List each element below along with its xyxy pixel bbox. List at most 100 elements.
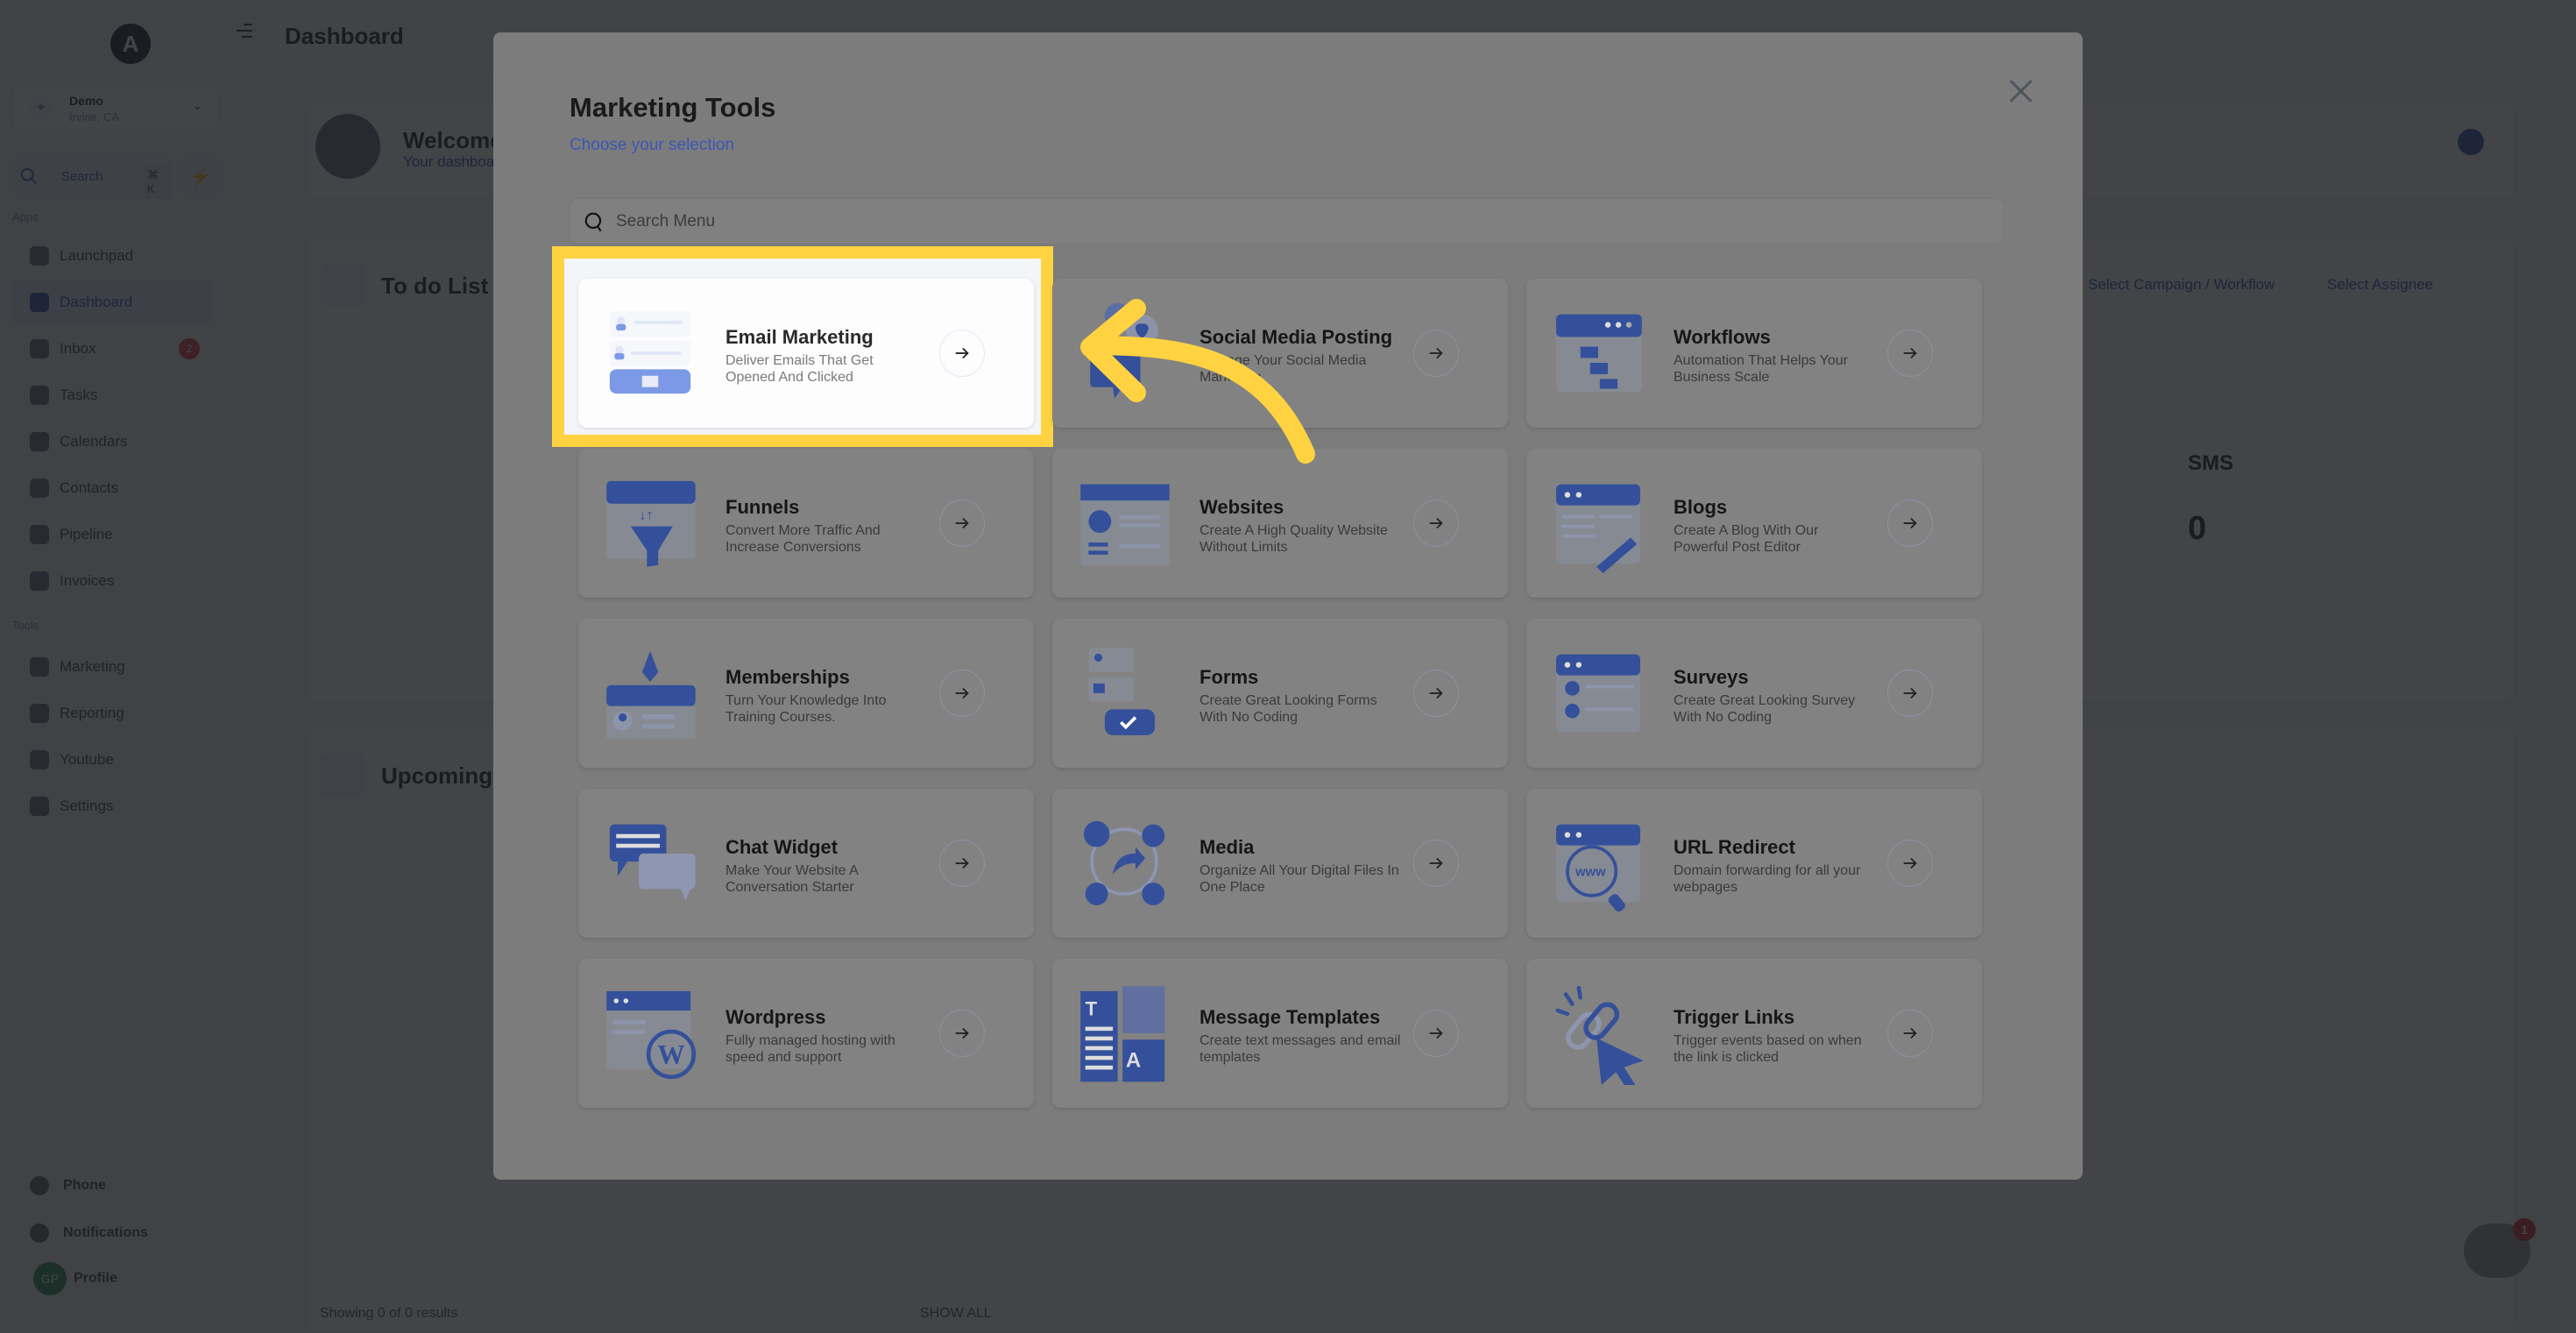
open-tool-button[interactable] xyxy=(1413,1010,1459,1057)
tool-name: Surveys xyxy=(1674,666,1749,688)
open-tool-button[interactable] xyxy=(1887,500,1933,547)
tool-card-message-templates[interactable]: T A Message Templates Create text messages … xyxy=(1052,959,1508,1108)
search-menu-input[interactable] xyxy=(616,199,1983,244)
open-tool-button[interactable] xyxy=(939,670,985,717)
email-marketing-illustration xyxy=(609,310,691,394)
tool-name: Memberships xyxy=(725,666,850,688)
tool-card-url-redirect[interactable]: www URL Redirect Domain forwarding for all… xyxy=(1526,789,1982,938)
tool-card-trigger-links[interactable]: Trigger Links Trigger events based on whe… xyxy=(1526,959,1982,1108)
tool-name: Email Marketing xyxy=(725,326,874,348)
membership-illustration xyxy=(606,650,696,739)
tool-name: Funnels xyxy=(725,496,800,518)
tool-card-blogs[interactable]: Blogs Create A Blog With Our Powerful Pos… xyxy=(1526,449,1982,598)
svg-text:↓↑: ↓↑ xyxy=(639,507,654,523)
svg-text:W: W xyxy=(657,1039,684,1070)
open-tool-button[interactable] xyxy=(1413,500,1459,547)
open-tool-button[interactable] xyxy=(1887,840,1933,887)
arrow-right-icon xyxy=(1429,687,1443,699)
open-tool-button[interactable] xyxy=(1887,670,1933,717)
tool-grid: Email Marketing Deliver Emails That Get O… xyxy=(578,279,1982,1108)
arrow-right-icon xyxy=(1429,517,1443,529)
tool-name: Media xyxy=(1200,836,1255,858)
tool-name: Blogs xyxy=(1674,496,1728,518)
arrow-right-icon xyxy=(955,347,969,359)
arrow-right-icon xyxy=(1903,1027,1917,1039)
tool-name: URL Redirect xyxy=(1674,836,1795,858)
tool-card-workflows[interactable]: Workflows Automation That Helps Your Busi… xyxy=(1526,279,1982,428)
social-media-illustration xyxy=(1090,302,1158,399)
tool-description: Turn Your Knowledge Into Training Course… xyxy=(725,693,887,725)
tool-description: Create A High Quality Website Without Li… xyxy=(1200,523,1388,555)
tool-name: Forms xyxy=(1200,666,1259,688)
tool-description: Create text messages and email templates xyxy=(1200,1033,1401,1065)
open-tool-button[interactable] xyxy=(939,500,985,547)
arrow-right-icon xyxy=(1903,857,1917,869)
media-illustration xyxy=(1083,820,1165,905)
tool-card-email-marketing[interactable]: Email Marketing Deliver Emails That Get O… xyxy=(578,279,1034,428)
tool-card-memberships[interactable]: Memberships Turn Your Knowledge Into Trai… xyxy=(578,619,1034,768)
arrow-right-icon xyxy=(955,1027,969,1039)
search-menu-field[interactable] xyxy=(570,198,2004,245)
tool-name: Chat Widget xyxy=(725,836,839,858)
tool-name: Trigger Links xyxy=(1674,1006,1795,1028)
arrow-right-icon xyxy=(1903,347,1917,359)
tool-description: Automation That Helps Your Business Scal… xyxy=(1674,353,1848,385)
tool-card-wordpress[interactable]: W Wordpress Fully managed hosting with spe… xyxy=(578,959,1034,1108)
tool-card-social-media-posting[interactable]: Social Media Posting Manage Your Social M… xyxy=(1052,279,1508,428)
tool-card-media[interactable]: Media Organize All Your Digital Files In … xyxy=(1052,789,1508,938)
tool-card-chat-widget[interactable]: Chat Widget Make Your Website A Conversat… xyxy=(578,789,1034,938)
tool-description: Manage Your Social Media Marketing xyxy=(1200,353,1367,385)
tool-description: Convert More Traffic And Increase Conver… xyxy=(725,523,881,555)
tool-card-funnels[interactable]: ↓↑ Funnels Convert More Traffic And Increa… xyxy=(578,449,1034,598)
open-tool-button[interactable] xyxy=(1413,840,1459,887)
trigger-links-illustration xyxy=(1555,985,1644,1085)
svg-text:T: T xyxy=(1086,998,1098,1020)
close-icon[interactable] xyxy=(2006,76,2035,106)
website-illustration xyxy=(1080,484,1170,565)
open-tool-button[interactable] xyxy=(939,840,985,887)
arrow-right-icon xyxy=(1429,1027,1443,1039)
blog-illustration xyxy=(1556,484,1640,574)
tool-description: Create Great Looking Forms With No Codin… xyxy=(1200,693,1377,725)
url-redirect-illustration: www xyxy=(1556,824,1640,912)
tool-description: Make Your Website A Conversation Starter xyxy=(725,863,858,895)
tool-name: Social Media Posting xyxy=(1200,326,1393,348)
surveys-illustration xyxy=(1556,654,1640,733)
open-tool-button[interactable] xyxy=(939,1010,985,1057)
tool-name: Websites xyxy=(1200,496,1284,518)
open-tool-button[interactable] xyxy=(1887,1010,1933,1057)
tool-card-forms[interactable]: Forms Create Great Looking Forms With No … xyxy=(1052,619,1508,768)
tool-description: Deliver Emails That Get Opened And Click… xyxy=(725,353,874,385)
modal-title: Marketing Tools xyxy=(570,92,776,123)
message-templates-illustration: TA xyxy=(1080,986,1165,1082)
marketing-tools-modal: Marketing Tools Choose your selection Em… xyxy=(493,32,2083,1180)
arrow-right-icon xyxy=(1429,347,1443,359)
tool-card-surveys[interactable]: Surveys Create Great Looking Survey With … xyxy=(1526,619,1982,768)
tool-description: Domain forwarding for all your webpages xyxy=(1674,863,1861,895)
arrow-right-icon xyxy=(955,517,969,529)
svg-text:www: www xyxy=(1575,866,1606,880)
tool-description: Create Great Looking Survey With No Codi… xyxy=(1674,693,1856,725)
arrow-right-icon xyxy=(1429,857,1443,869)
tool-name: Message Templates xyxy=(1200,1006,1381,1028)
funnel-illustration: ↓↑ xyxy=(606,480,696,567)
arrow-right-icon xyxy=(1903,517,1917,529)
tool-name: Wordpress xyxy=(725,1006,826,1028)
open-tool-button[interactable] xyxy=(1887,330,1933,377)
arrow-right-icon xyxy=(1903,687,1917,699)
tool-description: Trigger events based on when the link is… xyxy=(1674,1033,1862,1065)
workflow-illustration xyxy=(1556,314,1642,393)
tool-description: Create A Blog With Our Powerful Post Edi… xyxy=(1674,523,1819,555)
open-tool-button[interactable] xyxy=(1413,670,1459,717)
chat-widget-illustration xyxy=(609,824,696,901)
svg-text:A: A xyxy=(1126,1049,1141,1073)
tool-description: Organize All Your Digital Files In One P… xyxy=(1200,863,1399,895)
search-icon xyxy=(584,212,602,232)
tool-description: Fully managed hosting with speed and sup… xyxy=(725,1033,895,1065)
tool-name: Workflows xyxy=(1674,326,1771,348)
open-tool-button[interactable] xyxy=(939,330,985,377)
tool-card-websites[interactable]: Websites Create A High Quality Website Wi… xyxy=(1052,449,1508,598)
modal-subtitle: Choose your selection xyxy=(570,136,734,154)
open-tool-button[interactable] xyxy=(1413,330,1459,377)
arrow-right-icon xyxy=(955,857,969,869)
